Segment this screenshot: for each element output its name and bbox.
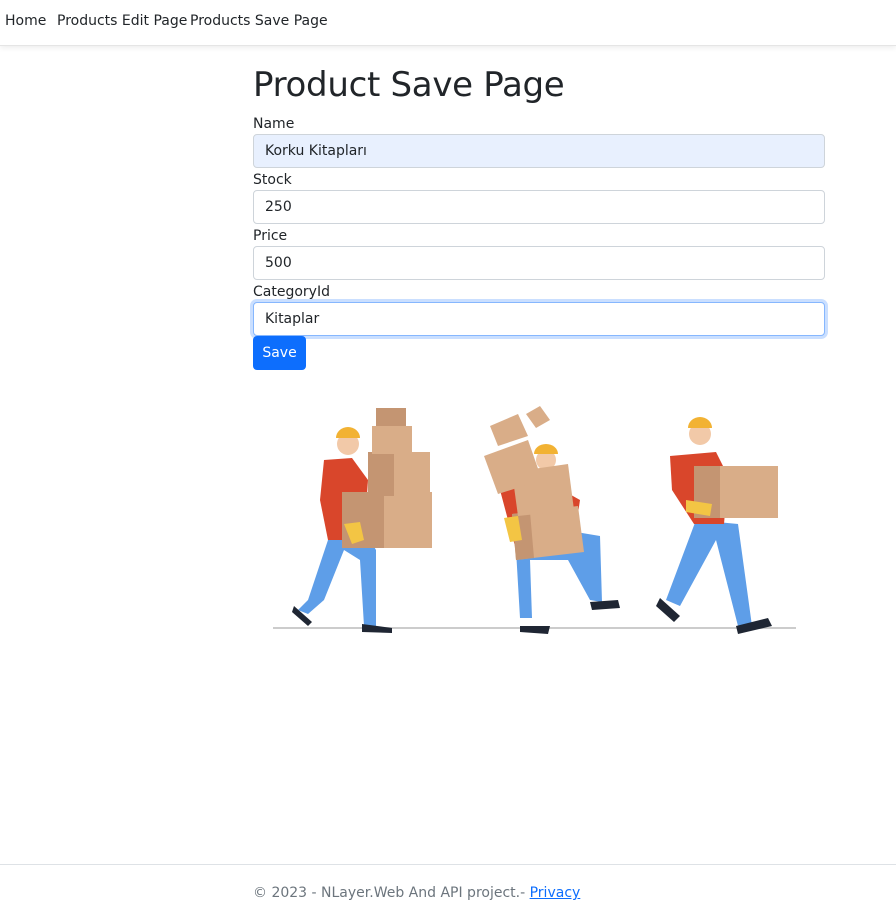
worker-right-legs — [666, 520, 752, 626]
privacy-link[interactable]: Privacy — [530, 885, 581, 901]
worker-middle-box-small — [490, 414, 528, 446]
stock-input[interactable] — [253, 190, 825, 224]
price-label: Price — [253, 228, 288, 244]
page-footer: © 2023 - NLayer.Web And API project.- Pr… — [0, 864, 896, 912]
worker-left-shoe-front — [362, 624, 392, 633]
worker-middle-helmet — [534, 444, 558, 454]
nav-link-products-edit[interactable]: Products Edit Page — [57, 13, 187, 29]
name-label: Name — [253, 116, 295, 132]
page-title: Product Save Page — [253, 65, 565, 105]
save-button[interactable]: Save — [253, 336, 306, 370]
name-input[interactable] — [253, 134, 825, 168]
worker-middle-shoe-front — [590, 600, 620, 610]
worker-middle-shoe-back — [520, 626, 550, 634]
price-input[interactable] — [253, 246, 825, 280]
delivery-workers-illustration — [273, 406, 796, 634]
category-input[interactable] — [253, 302, 825, 336]
worker-left — [292, 408, 432, 633]
worker-left-helmet — [336, 427, 360, 438]
worker-left-box-top — [376, 408, 406, 426]
category-label: CategoryId — [253, 284, 330, 300]
footer-text-container: © 2023 - NLayer.Web And API project.- Pr… — [253, 885, 580, 901]
top-navbar: Home Products Edit Page Products Save Pa… — [0, 0, 896, 46]
copyright-text: © 2023 - NLayer.Web And API project.- — [253, 885, 530, 901]
stock-label: Stock — [253, 172, 292, 188]
worker-middle — [484, 406, 620, 634]
nav-link-home[interactable]: Home — [5, 13, 46, 29]
worker-left-box-mid-side — [368, 452, 394, 496]
worker-left-box-small — [372, 426, 412, 454]
worker-right-helmet — [688, 417, 712, 428]
nav-link-products-save[interactable]: Products Save Page — [190, 13, 328, 29]
worker-middle-box-flying — [526, 406, 550, 428]
worker-right — [656, 417, 778, 634]
